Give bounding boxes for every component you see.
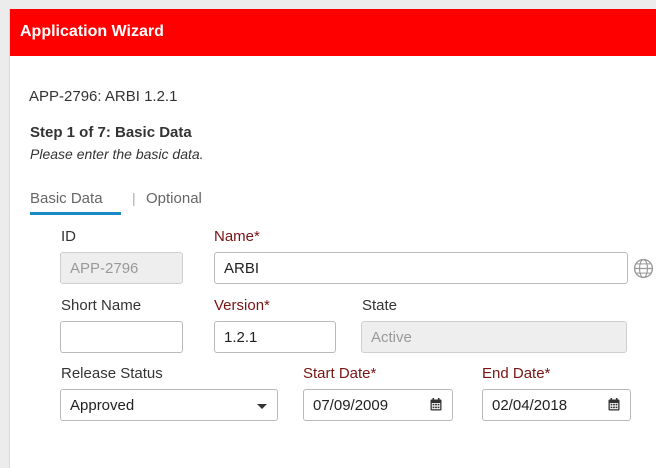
step-subtitle: Please enter the basic data. xyxy=(30,146,204,162)
release-status-label: Release Status xyxy=(61,365,163,382)
tab-optional[interactable]: Optional xyxy=(146,190,202,207)
state-field: Active xyxy=(361,321,627,353)
calendar-icon[interactable] xyxy=(430,398,442,411)
application-wizard-dialog: Application Wizard APP-2796: ARBI 1.2.1 … xyxy=(9,9,656,468)
version-label: Version* xyxy=(214,297,270,314)
version-field[interactable]: 1.2.1 xyxy=(214,321,336,353)
chevron-down-icon[interactable] xyxy=(257,404,267,409)
active-tab-indicator xyxy=(30,212,121,215)
step-title: Step 1 of 7: Basic Data xyxy=(30,124,192,141)
window-title: Application Wizard xyxy=(20,23,164,40)
end-date-label: End Date* xyxy=(482,365,551,382)
calendar-icon[interactable] xyxy=(608,398,620,411)
application-id-heading: APP-2796: ARBI 1.2.1 xyxy=(29,88,178,105)
id-label: ID xyxy=(61,228,76,245)
release-status-select[interactable]: Approved xyxy=(60,389,278,421)
state-label: State xyxy=(362,297,398,314)
id-field: APP-2796 xyxy=(60,252,183,284)
tab-separator: | xyxy=(132,190,136,206)
short-name-label: Short Name xyxy=(61,297,142,314)
title-bar: Application Wizard xyxy=(10,9,656,56)
start-date-label: Start Date* xyxy=(303,365,377,382)
name-field[interactable]: ARBI xyxy=(214,252,628,284)
name-label: Name* xyxy=(214,228,260,245)
short-name-field[interactable] xyxy=(60,321,183,353)
tab-basic-data[interactable]: Basic Data xyxy=(30,190,103,207)
globe-icon[interactable] xyxy=(633,258,654,279)
release-status-value: Approved xyxy=(70,397,135,414)
backdrop: Application Wizard APP-2796: ARBI 1.2.1 … xyxy=(0,0,656,468)
